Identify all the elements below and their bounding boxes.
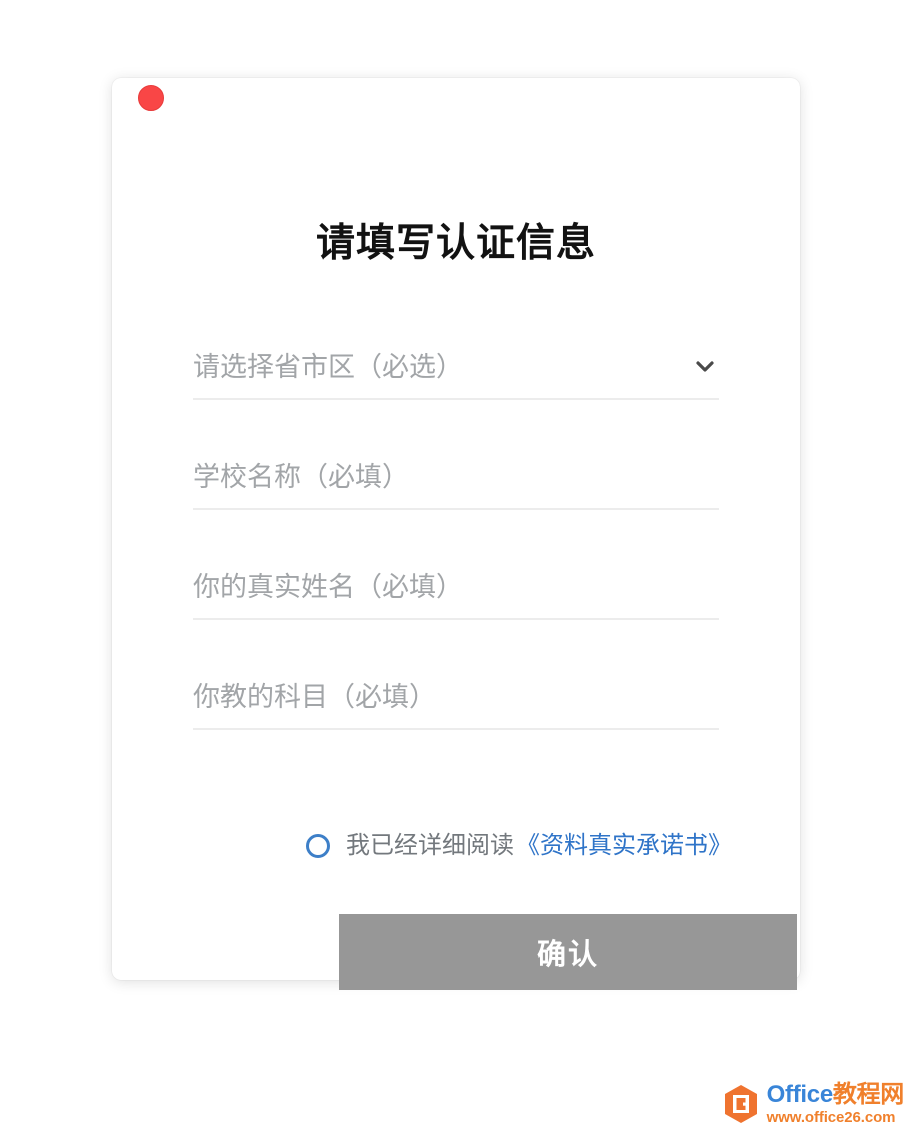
field-realname[interactable]: [193, 560, 719, 670]
auth-form: [193, 340, 719, 780]
dialog-title: 请填写认证信息: [315, 222, 596, 265]
field-subject[interactable]: [193, 670, 719, 780]
watermark-brand: Office教程网: [766, 1081, 905, 1108]
field-school[interactable]: [193, 450, 719, 560]
region-input[interactable]: [193, 350, 719, 384]
agreement-row[interactable]: 我已经详细阅读 《资料真实承诺书》: [306, 830, 732, 862]
close-button[interactable]: [138, 85, 164, 111]
agreement-label: 我已经详细阅读: [346, 832, 514, 859]
field-region-row[interactable]: [193, 340, 719, 394]
auth-dialog-card: 请填写认证信息 请选择省市区（必选） 学校名称（必填） 你的真实姓名（必填） 你…: [112, 78, 800, 990]
office-hexagon-icon: [719, 1082, 763, 1126]
field-school-underline: [193, 508, 719, 510]
agreement-checkbox[interactable]: [306, 834, 330, 858]
watermark-brand-secondary: 教程网: [832, 1081, 904, 1108]
field-subject-row[interactable]: [193, 670, 719, 724]
subject-input[interactable]: [193, 680, 719, 714]
watermark-brand-primary: Office: [766, 1081, 834, 1108]
watermark-url: www.office26.com: [766, 1109, 896, 1126]
chevron-down-icon[interactable]: [691, 352, 719, 380]
field-realname-underline: [193, 618, 719, 620]
confirm-button[interactable]: 确认: [339, 914, 797, 990]
watermark-text: Office教程网 www.office26.com: [766, 1081, 905, 1126]
school-input[interactable]: [193, 460, 719, 494]
field-realname-row[interactable]: [193, 560, 719, 614]
realname-input[interactable]: [193, 570, 719, 604]
watermark: Office教程网 www.office26.com: [719, 1082, 904, 1126]
field-region[interactable]: [193, 340, 719, 450]
field-school-row[interactable]: [193, 450, 719, 504]
agreement-link[interactable]: 《资料真实承诺书》: [516, 834, 732, 858]
field-subject-underline: [193, 728, 719, 730]
field-region-underline: [193, 398, 719, 400]
